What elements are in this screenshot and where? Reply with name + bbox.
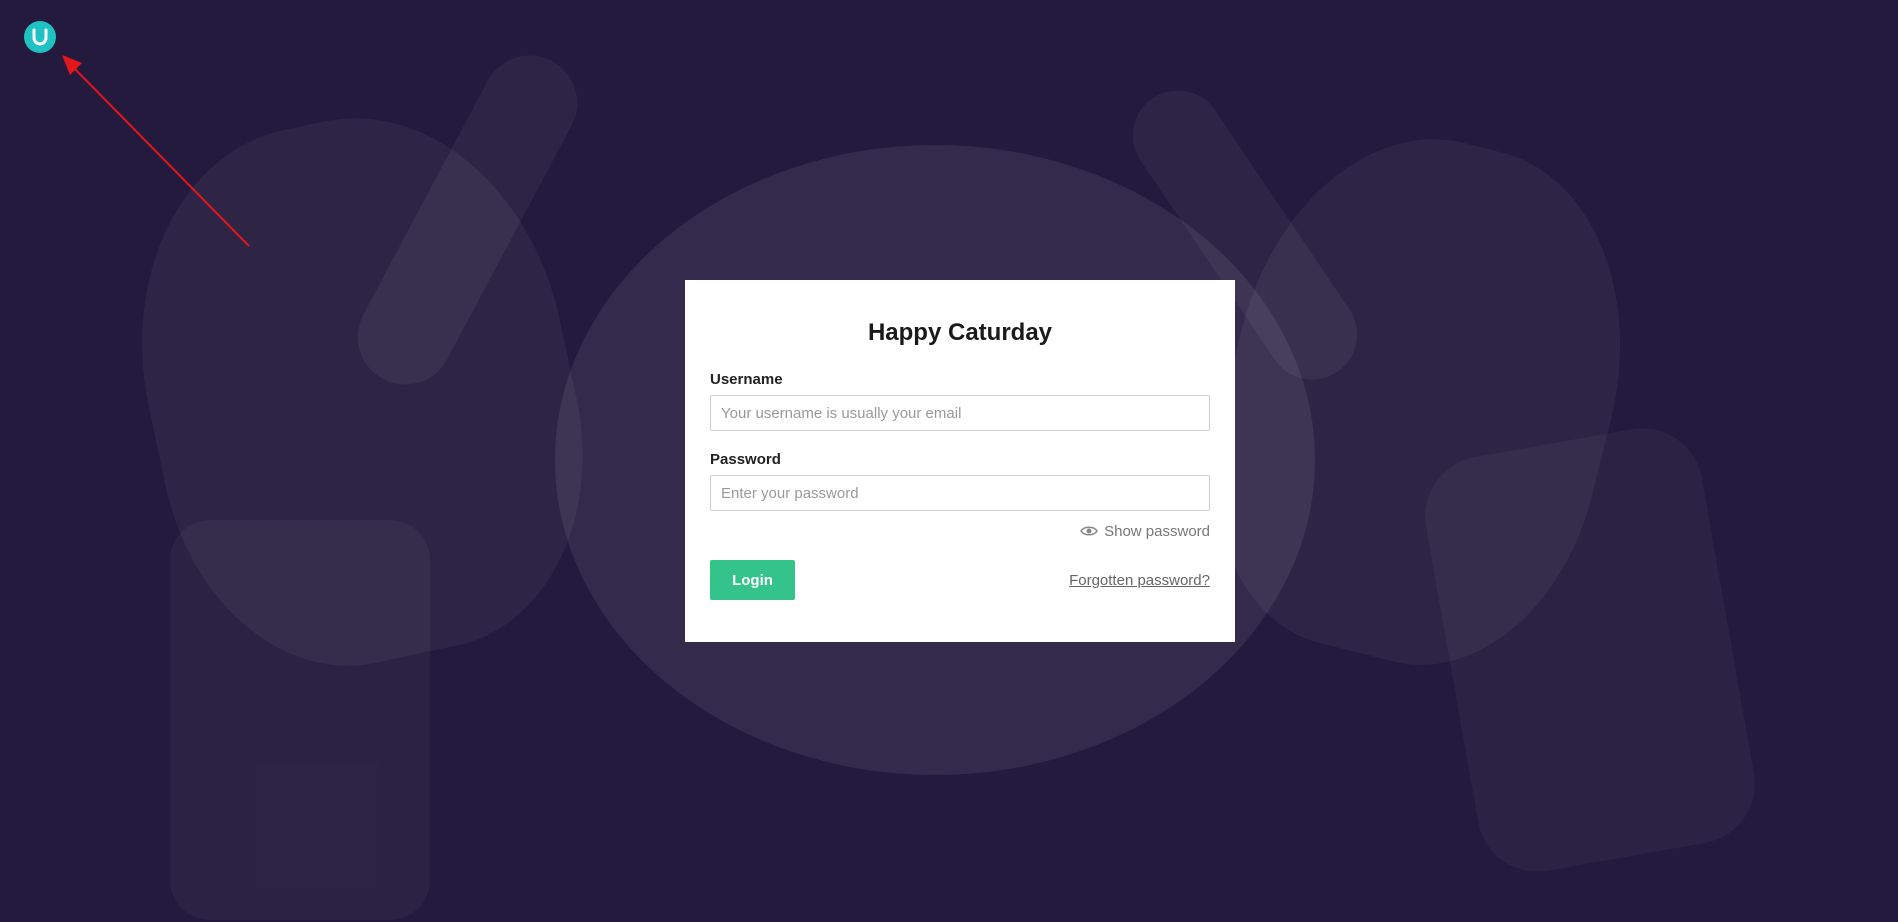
show-password-label[interactable]: Show password (1104, 523, 1210, 540)
forgot-password-link[interactable]: Forgotten password? (1069, 572, 1210, 589)
form-actions: Login Forgotten password? (710, 560, 1210, 600)
page-title: Happy Caturday (867, 319, 1053, 346)
show-password-toggle[interactable]: Show password (710, 521, 1210, 541)
username-input[interactable] (710, 395, 1210, 431)
password-input[interactable] (710, 475, 1210, 511)
username-label: Username (710, 371, 783, 388)
eye-icon (1080, 526, 1098, 536)
login-card: Happy Caturday Username Password Show pa… (685, 280, 1235, 642)
password-label: Password (710, 451, 781, 468)
background-right-arm-shape (1415, 418, 1765, 882)
background-left-arm-shape (170, 520, 430, 920)
login-button[interactable]: Login (710, 560, 795, 600)
red-arrow-icon (62, 55, 250, 247)
